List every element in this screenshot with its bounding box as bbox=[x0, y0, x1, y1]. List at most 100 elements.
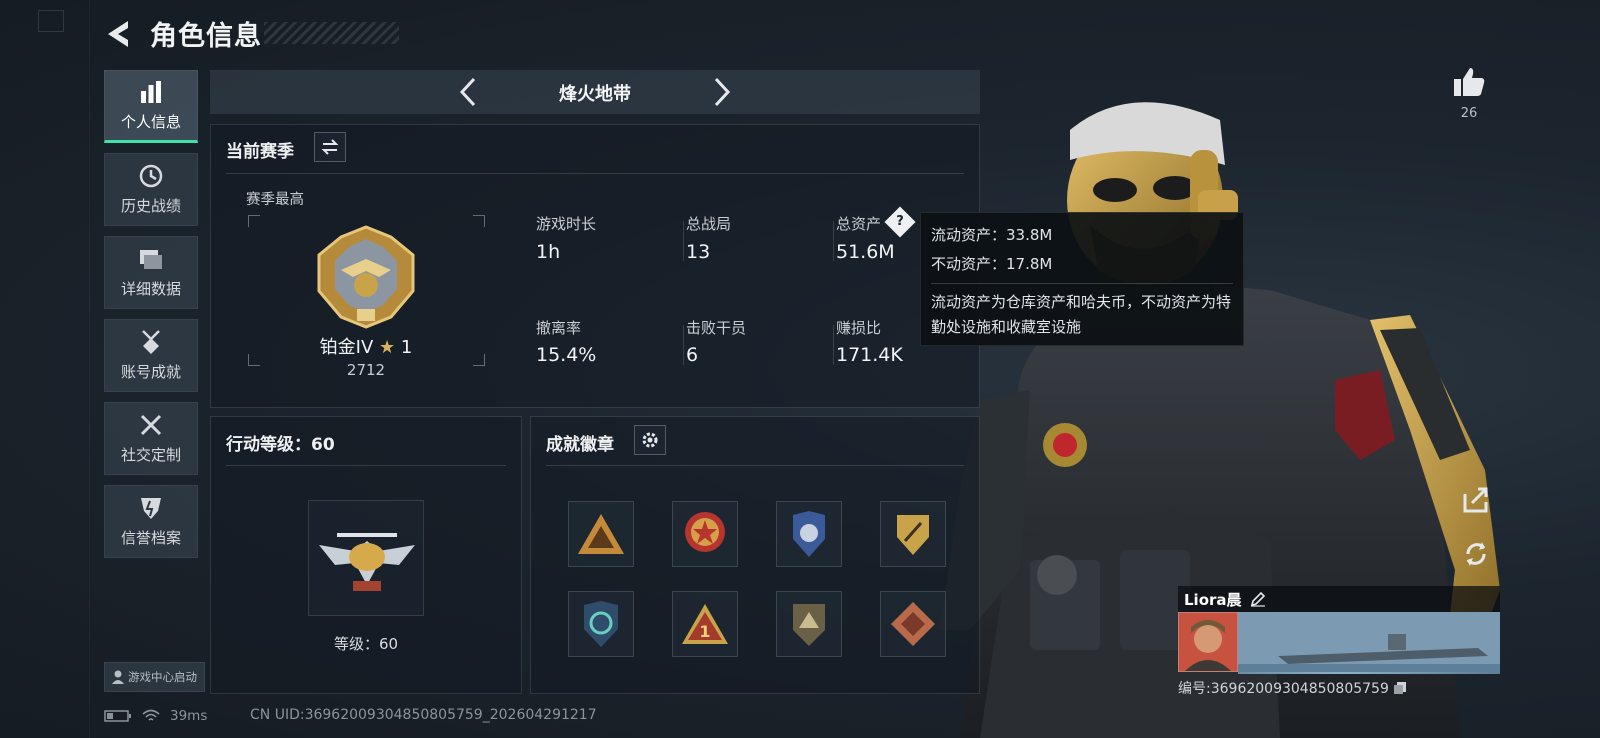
stat-value-extraction-rate: 15.4% bbox=[536, 344, 597, 366]
season-best-label: 赛季最高 bbox=[246, 192, 304, 208]
next-map-button[interactable] bbox=[710, 76, 734, 108]
nav-item-achievements[interactable]: 账号成就 bbox=[104, 319, 198, 392]
folder-icon bbox=[140, 250, 162, 269]
player-id-row: 编号:3696200930485080575​9 bbox=[1178, 678, 1500, 698]
rank-emblem-icon bbox=[317, 225, 415, 329]
stat-value-total-assets: 51.6M bbox=[836, 241, 895, 263]
nav-item-label: 社交定制 bbox=[120, 446, 181, 464]
sidebar-nav: 个人信息 历史战绩 详细数据 账号成就 社交定制 信誉档案 bbox=[104, 70, 198, 568]
stat-separator bbox=[833, 221, 834, 261]
assets-tooltip: 流动资产：33.8M 不动资产：17.8M 流动资产为仓库资产和哈夫币，不动资产… bbox=[920, 212, 1244, 346]
aircraft-carrier-image bbox=[1238, 612, 1500, 672]
player-name: Liora晨 bbox=[1184, 590, 1242, 609]
badge-slot-1[interactable] bbox=[568, 501, 634, 567]
edit-pencil-icon[interactable] bbox=[1250, 591, 1266, 607]
player-id: 编号:3696200930485080575​9 bbox=[1178, 681, 1389, 697]
badges-title: 成就徽章 bbox=[546, 435, 614, 455]
nav-item-social-custom[interactable]: 社交定制 bbox=[104, 402, 198, 475]
divider bbox=[546, 465, 964, 466]
stat-label-operators-defeated: 击败干员 bbox=[686, 319, 747, 337]
tooltip-divider bbox=[931, 283, 1233, 284]
gold-shield-badge-icon bbox=[897, 515, 929, 555]
launch-label: 游戏中心启动 bbox=[128, 670, 197, 684]
divider bbox=[226, 465, 506, 466]
shield-bolt-icon bbox=[141, 498, 161, 519]
stat-value-profit-ratio: 171.4K bbox=[836, 344, 903, 366]
stat-label-extraction-rate: 撤离率 bbox=[536, 319, 582, 337]
grid-decoration bbox=[0, 0, 90, 738]
page-title: 角色信息 bbox=[150, 21, 262, 52]
tooltip-liquid-assets: 流动资产：33.8M bbox=[931, 226, 1053, 244]
nav-item-label: 详细数据 bbox=[120, 280, 181, 298]
stat-label-profit-ratio: 赚损比 bbox=[836, 319, 882, 337]
level-label: 等级：60 bbox=[333, 635, 399, 653]
rotate-button[interactable] bbox=[1460, 538, 1492, 570]
triangle-one-badge-icon: 1 bbox=[682, 604, 728, 644]
avatar-face-icon bbox=[1179, 613, 1237, 671]
badge-slot-8[interactable] bbox=[880, 591, 946, 657]
map-selector: 烽火地带 bbox=[210, 70, 980, 114]
player-name-row: Liora晨 bbox=[1178, 586, 1500, 612]
banner-image bbox=[1238, 612, 1500, 674]
stat-separator bbox=[683, 325, 684, 365]
badge-slot-5[interactable] bbox=[568, 591, 634, 657]
action-level-title: 行动等级：60 bbox=[226, 435, 335, 455]
bar-chart-icon bbox=[141, 81, 161, 103]
diamond-eagle-badge-icon bbox=[891, 602, 935, 646]
divider bbox=[226, 173, 964, 174]
back-button[interactable] bbox=[104, 18, 134, 50]
nav-item-label: 历史战绩 bbox=[120, 197, 181, 215]
tooltip-fixed-assets: 不动资产：17.8M bbox=[931, 255, 1053, 273]
clock-icon bbox=[139, 164, 163, 188]
achievement-badges-panel: 成就徽章 1 bbox=[530, 416, 980, 694]
nav-item-credit-record[interactable]: 信誉档案 bbox=[104, 485, 198, 558]
rank-name: 铂金IV bbox=[319, 337, 374, 358]
battery-icon bbox=[104, 710, 131, 722]
nav-item-history[interactable]: 历史战绩 bbox=[104, 153, 198, 226]
stat-label-total-matches: 总战局 bbox=[686, 215, 732, 233]
stat-value-operators-defeated: 6 bbox=[686, 344, 699, 366]
avatar[interactable] bbox=[1178, 612, 1238, 672]
nav-item-label: 个人信息 bbox=[120, 113, 181, 131]
likes-count: 26 bbox=[1460, 106, 1478, 121]
frame-corner bbox=[248, 215, 260, 227]
switch-season-button[interactable] bbox=[314, 132, 346, 162]
badge-slot-2[interactable] bbox=[672, 501, 738, 567]
recycle-shield-badge-icon bbox=[584, 601, 618, 647]
badge-slot-4[interactable] bbox=[880, 501, 946, 567]
nav-item-personal-info[interactable]: 个人信息 bbox=[104, 70, 198, 143]
star-icon: ★ bbox=[379, 337, 396, 358]
helicopter-emblem-icon bbox=[319, 533, 415, 591]
share-button[interactable] bbox=[1460, 484, 1492, 516]
thumbs-up-icon bbox=[1454, 68, 1485, 96]
stat-separator bbox=[683, 221, 684, 261]
swap-icon bbox=[321, 139, 339, 155]
likes-widget[interactable]: 26 bbox=[1448, 66, 1490, 121]
ping-value: 39ms bbox=[170, 708, 208, 724]
action-level-panel: 行动等级：60 等级：60 bbox=[210, 416, 522, 694]
medal-icon bbox=[142, 330, 160, 354]
copy-icon[interactable] bbox=[1393, 681, 1407, 695]
player-banner[interactable] bbox=[1178, 612, 1500, 674]
badge-slot-6[interactable]: 1 bbox=[672, 591, 738, 657]
nav-item-label: 信誉档案 bbox=[120, 529, 181, 547]
nav-item-detail-data[interactable]: 详细数据 bbox=[104, 236, 198, 309]
blue-shield-badge-icon bbox=[793, 511, 825, 557]
triangle-soldiers-badge-icon bbox=[578, 514, 624, 554]
level-emblem-frame bbox=[308, 500, 424, 616]
gear-icon bbox=[642, 432, 658, 448]
game-center-launch-button[interactable]: 游戏中心启动 bbox=[104, 662, 205, 692]
star-round-badge-icon bbox=[685, 512, 725, 552]
badge-slot-7[interactable] bbox=[776, 591, 842, 657]
user-icon bbox=[112, 670, 124, 684]
badge-slot-3[interactable] bbox=[776, 501, 842, 567]
tooltip-description: 流动资产为仓库资产和哈夫币，不动资产为特勤处设施和收藏室设施 bbox=[931, 293, 1232, 336]
wifi-icon bbox=[142, 709, 160, 721]
badge-settings-button[interactable] bbox=[634, 425, 666, 455]
season-title: 当前赛季 bbox=[226, 142, 294, 162]
nav-item-label: 账号成就 bbox=[120, 363, 181, 381]
tools-icon bbox=[140, 414, 162, 436]
help-icon-symbol: ? bbox=[896, 214, 904, 229]
map-name: 烽火地带 bbox=[559, 84, 631, 105]
rank-stars: 1 bbox=[400, 337, 413, 358]
